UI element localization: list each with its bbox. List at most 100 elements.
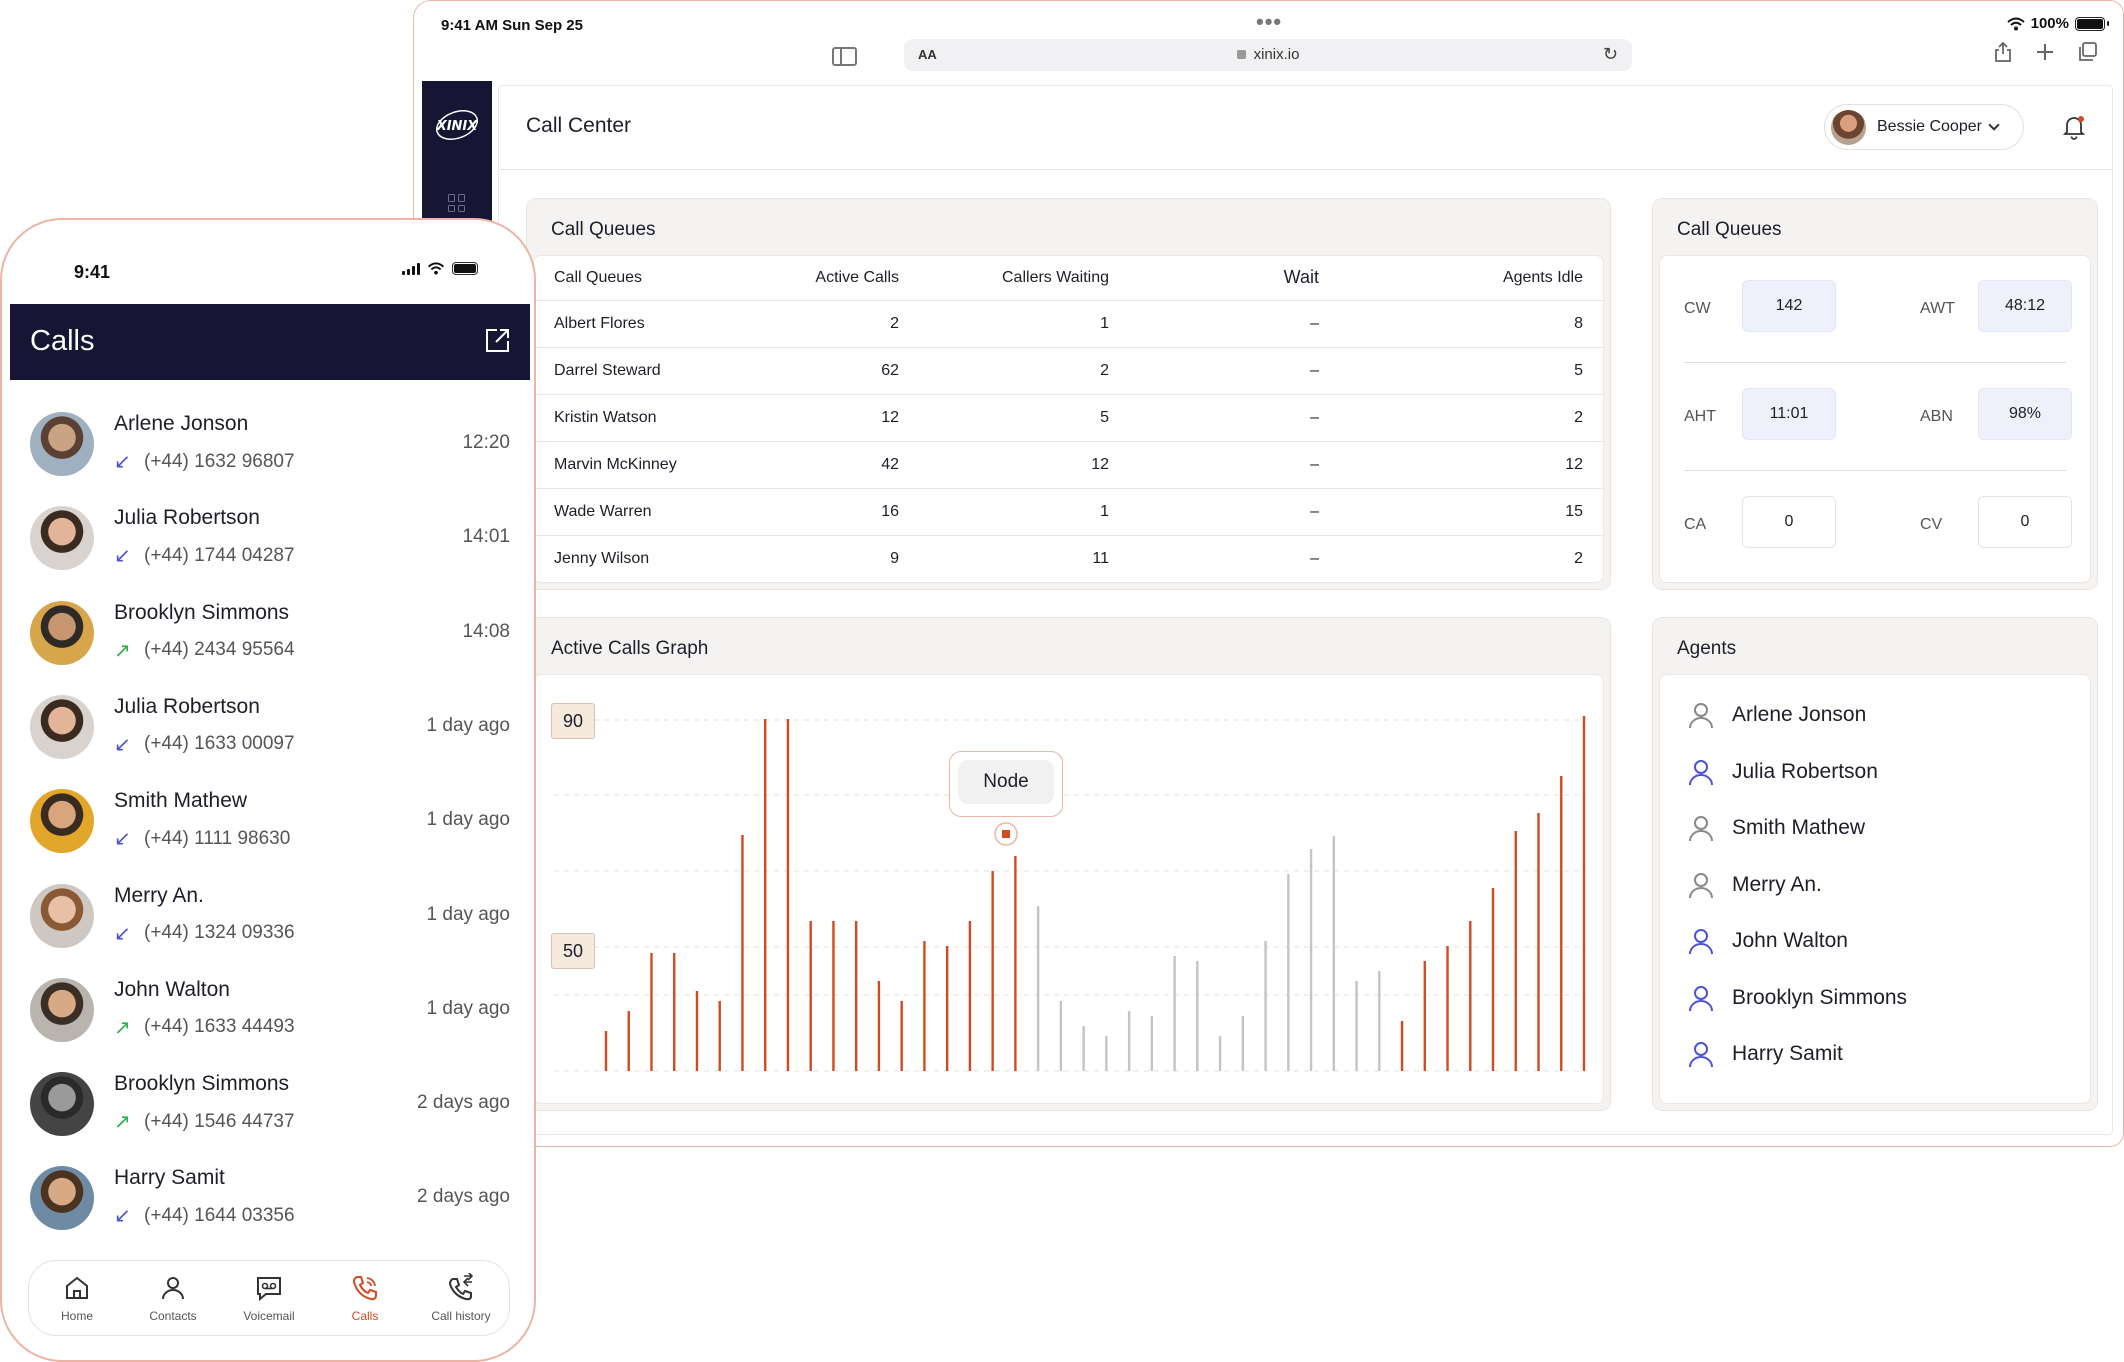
stat-label-awt: AWT [1920, 300, 1955, 317]
web-app: XINIX Call Center Bessie Cooper Call Que… [422, 81, 2117, 1141]
incoming-call-icon: ↙ [114, 545, 131, 568]
tab-home[interactable]: Home [32, 1273, 122, 1323]
panel-title: Call Queues [1677, 219, 1782, 240]
call-list-item[interactable]: Merry An. ↙ (+44) 1324 09336 1 day ago [30, 876, 510, 956]
table-cell: – [1129, 488, 1339, 536]
agent-name: Julia Robertson [1732, 759, 1878, 783]
voicemail-icon [257, 1277, 281, 1302]
tab-label: Home [60, 1309, 93, 1323]
col-header[interactable]: Call Queues [534, 256, 764, 301]
avatar [1831, 109, 1866, 145]
tab-contacts[interactable]: Contacts [128, 1273, 218, 1323]
open-external-icon[interactable] [485, 328, 510, 353]
table-cell: Marvin McKinney [534, 441, 764, 489]
caller-name: Brooklyn Simmons [114, 1072, 290, 1096]
notification-bell-icon[interactable] [2062, 114, 2086, 140]
graph-node-marker[interactable] [993, 821, 1019, 847]
reload-icon[interactable]: ↻ [1603, 44, 1618, 65]
agent-name: Harry Samit [1732, 1042, 1843, 1065]
col-header[interactable]: Callers Waiting [919, 256, 1129, 301]
user-name: Bessie Cooper [1877, 118, 1982, 135]
sidebar-toggle-icon[interactable] [832, 47, 857, 66]
call-time: 12:20 [462, 432, 510, 453]
call-time: 14:08 [462, 620, 510, 642]
table-cell: 5 [919, 394, 1129, 442]
tab-label: Calls [351, 1309, 379, 1323]
caller-number: (+44) 2434 95564 [144, 639, 295, 661]
axis-tag-high: 90 [551, 703, 595, 739]
caller-name: Harry Samit [114, 1166, 225, 1190]
table-cell: 15 [1339, 488, 1603, 536]
user-icon [1689, 872, 1713, 898]
table-row[interactable]: Wade Warren 16 1–15 [534, 488, 1603, 536]
table-row[interactable]: Marvin McKinney 42 12–12 [534, 441, 1603, 489]
caller-number: (+44) 1744 04287 [144, 544, 295, 566]
call-queues-table: Call Queues Active Calls Callers Waiting… [534, 256, 1603, 582]
col-header[interactable]: Agents Idle [1339, 256, 1603, 301]
call-list-item[interactable]: Arlene Jonson ↙ (+44) 1632 96807 12:20 [30, 404, 510, 484]
agent-name: Arlene Jonson [1732, 703, 1867, 726]
call-list-item[interactable]: Smith Mathew ↙ (+44) 1111 98630 1 day ago [30, 781, 510, 861]
wifi-icon [2006, 17, 2025, 30]
incoming-call-icon: ↙ [114, 451, 131, 473]
call-list-item[interactable]: Julia Robertson ↙ (+44) 1744 04287 14:01 [30, 498, 510, 578]
col-header[interactable]: Active Calls [764, 256, 919, 301]
user-menu-button[interactable]: Bessie Cooper [1824, 104, 2024, 150]
agent-item[interactable]: John Walton [1688, 921, 1848, 961]
call-queues-table-panel: Call Queues Call Queues Active Calls Cal… [526, 198, 1611, 590]
incoming-call-icon: ↙ [114, 922, 131, 945]
call-list-item[interactable]: Julia Robertson ↙ (+44) 1633 00097 1 day ag… [30, 687, 510, 767]
table-row[interactable]: Albert Flores 2 1–8 [534, 300, 1603, 348]
multitask-dots-icon[interactable]: ••• [1256, 9, 1282, 35]
battery-icon [452, 262, 478, 275]
agent-item[interactable]: Merry An. [1688, 865, 1822, 905]
caller-name: Julia Robertson [114, 506, 260, 530]
table-row[interactable]: Darrel Steward 62 2–5 [534, 347, 1603, 395]
call-time: 1 day ago [426, 997, 510, 1019]
panel-title: Call Queues [551, 219, 656, 240]
stat-label-aht: AHT [1684, 408, 1716, 425]
caller-name: Brooklyn Simmons [114, 600, 290, 624]
phone-status-icons [402, 262, 478, 275]
table-cell: 16 [764, 488, 919, 536]
table-cell: Jenny Wilson [554, 549, 650, 567]
new-tab-icon[interactable] [2035, 41, 2055, 63]
agent-name: John Walton [1732, 929, 1848, 952]
agent-item[interactable]: Julia Robertson [1688, 752, 1878, 792]
tab-call-history[interactable]: Call history [416, 1273, 506, 1323]
caller-name: Merry An. [114, 883, 204, 907]
table-cell: Darrel Steward [534, 347, 764, 395]
outgoing-call-icon: ↗ [114, 1016, 131, 1039]
tab-calls[interactable]: Calls [320, 1273, 410, 1323]
stat-label-cv: CV [1920, 516, 1943, 533]
call-list-item[interactable]: Brooklyn Simmons ↗ (+44) 2434 95564 14:08 [30, 593, 510, 673]
agent-item[interactable]: Brooklyn Simmons [1688, 978, 1907, 1018]
caller-name: Arlene Jonson [114, 412, 249, 435]
dashboard-grid-icon[interactable] [448, 194, 466, 212]
caller-name: Julia Robertson [114, 694, 260, 718]
col-header[interactable]: Wait [1129, 256, 1339, 301]
call-list-item[interactable]: John Walton ↗ (+44) 1633 44493 1 day ago [30, 970, 510, 1050]
top-bar: Call Center Bessie Cooper [499, 86, 2112, 170]
table-row[interactable]: Jenny Wilson 9 11 – 2 [534, 535, 1603, 582]
table-cell: 42 [764, 441, 919, 489]
tab-voicemail[interactable]: Voicemail [224, 1273, 314, 1323]
share-icon[interactable] [1993, 41, 2013, 63]
user-icon [1689, 1042, 1713, 1068]
call-list-item[interactable]: Brooklyn Simmons ↗ (+44) 1546 44737 2 days … [30, 1064, 510, 1144]
stat-value-aht: 11:01 [1742, 388, 1836, 440]
call-time: 1 day ago [426, 809, 510, 831]
agent-item[interactable]: Harry Samit [1688, 1034, 1843, 1074]
wifi-icon [427, 262, 445, 275]
address-bar[interactable]: AA xinix.io ↻ [904, 39, 1632, 71]
agent-item[interactable]: Smith Mathew [1688, 808, 1865, 848]
avatar [30, 694, 94, 759]
agent-item[interactable]: Arlene Jonson [1688, 695, 1866, 735]
stat-label-abn: ABN [1920, 408, 1953, 425]
caller-number: (+44) 1546 44737 [144, 1110, 295, 1132]
table-cell: 2 [1574, 549, 1583, 567]
tabs-icon[interactable] [2077, 41, 2099, 63]
table-row[interactable]: Kristin Watson 12 5–2 [534, 394, 1603, 442]
xinix-logo[interactable]: XINIX [432, 103, 482, 147]
call-list-item[interactable]: Harry Samit ↙ (+44) 1644 03356 2 days ago [30, 1158, 510, 1238]
